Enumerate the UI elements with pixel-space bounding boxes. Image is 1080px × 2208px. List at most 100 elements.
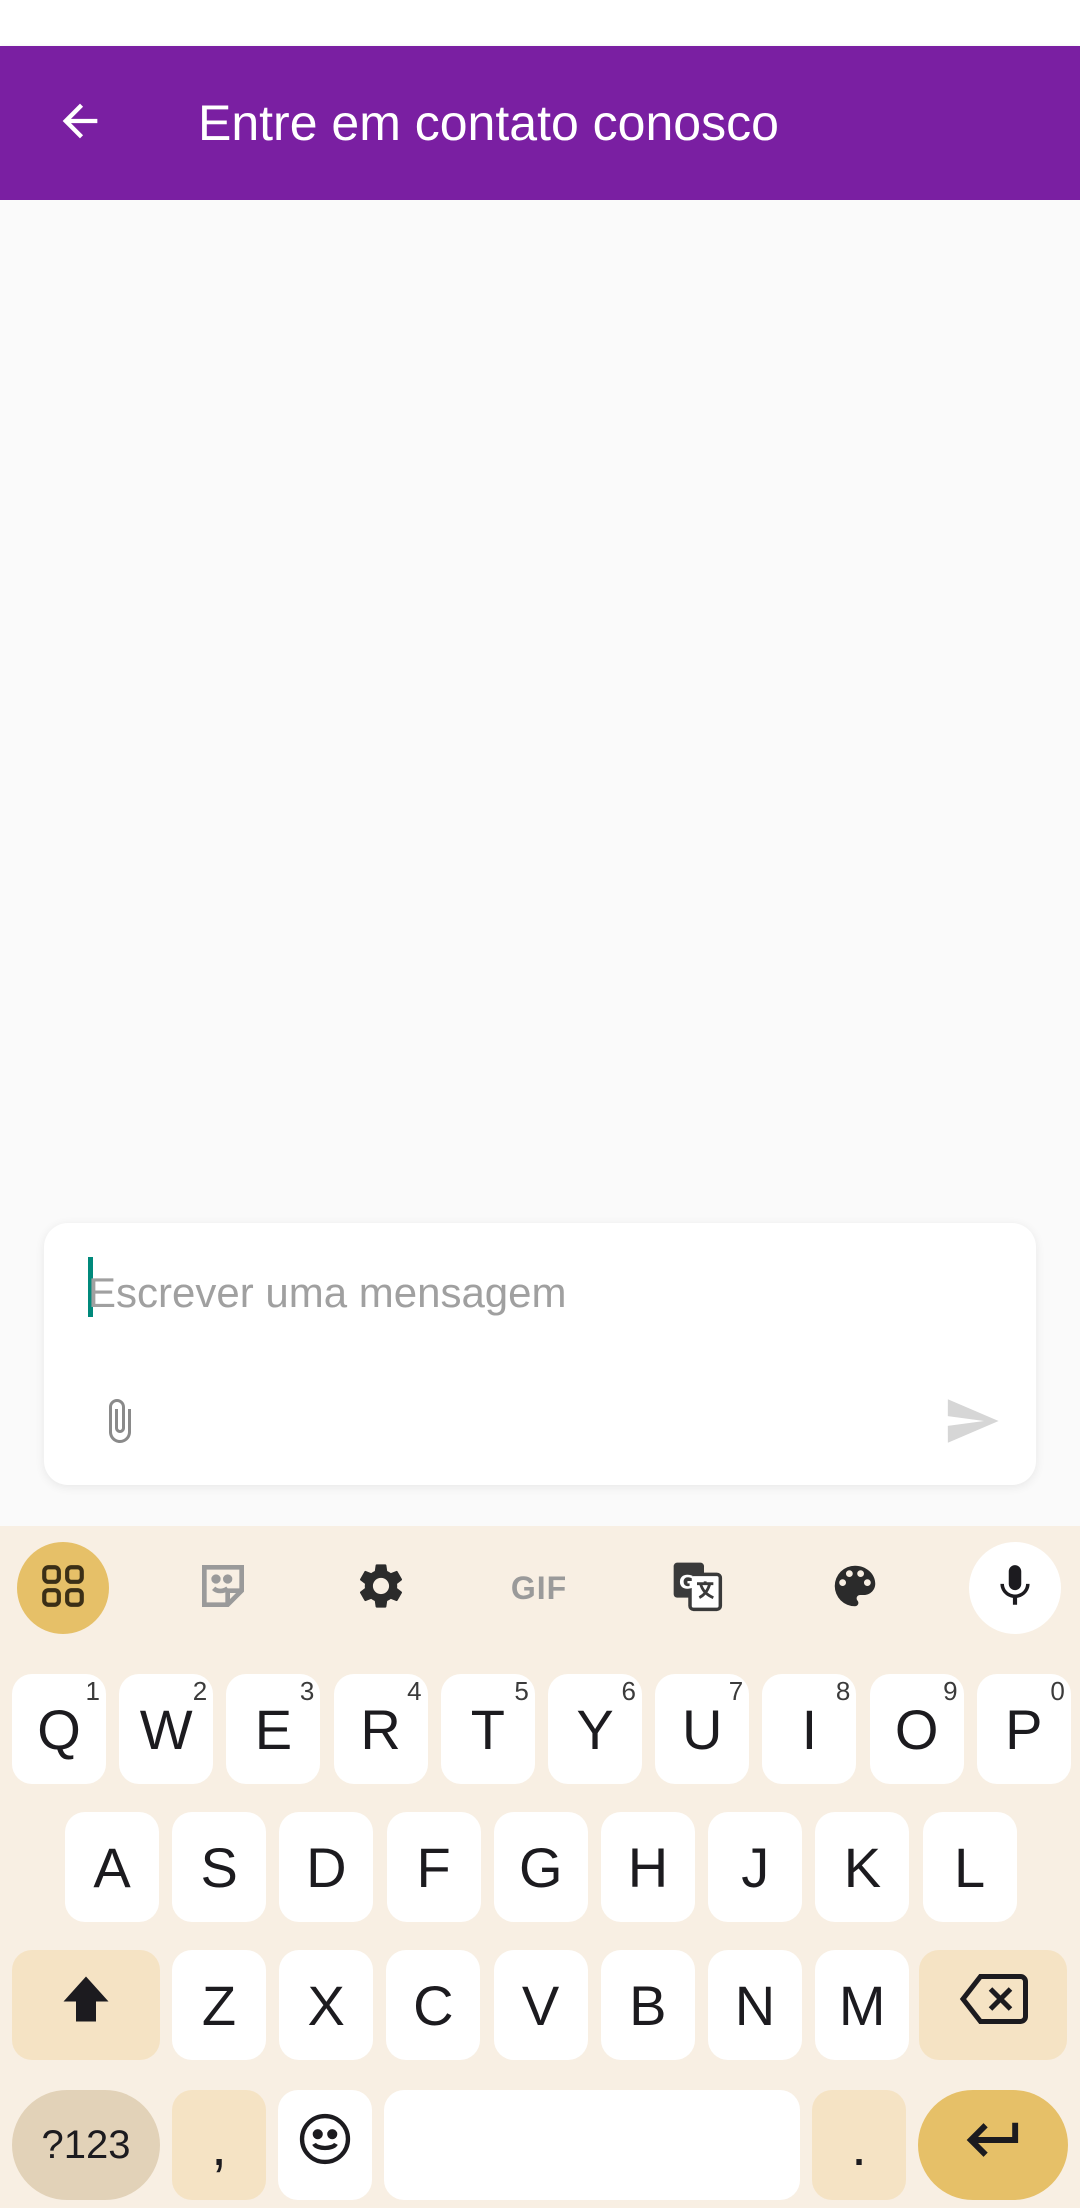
key-m[interactable]: M — [815, 1950, 910, 2060]
key-number-hint: 2 — [192, 1676, 208, 1706]
key-e[interactable]: E3 — [226, 1674, 321, 1784]
shift-icon — [56, 1969, 116, 2042]
theme-button[interactable] — [809, 1542, 901, 1634]
sticker-icon — [195, 1558, 251, 1619]
key-p[interactable]: P0 — [976, 1674, 1071, 1784]
gif-label: GIF — [510, 1569, 568, 1606]
key-l[interactable]: L — [922, 1812, 1017, 1922]
key-label: V — [521, 1973, 560, 2037]
key-j[interactable]: J — [708, 1812, 803, 1922]
microphone-icon — [990, 1561, 1040, 1616]
keyboard-toolbar: GIF G — [0, 1526, 1080, 1650]
key-z[interactable]: Z — [172, 1950, 266, 2060]
gif-button[interactable]: GIF — [493, 1542, 585, 1634]
translate-button[interactable]: G — [651, 1542, 743, 1634]
key-label: I — [801, 1697, 818, 1761]
comma-key-label: , — [211, 2113, 227, 2177]
symbols-key[interactable]: ?123 — [12, 2090, 160, 2200]
key-y[interactable]: Y6 — [548, 1674, 642, 1784]
emoji-icon — [296, 2110, 354, 2181]
key-number-hint: 6 — [621, 1676, 636, 1706]
attach-button[interactable] — [84, 1383, 154, 1463]
arrow-left-icon — [54, 95, 106, 152]
key-n[interactable]: N — [708, 1950, 802, 2060]
key-c[interactable]: C — [386, 1950, 481, 2060]
space-key[interactable] — [384, 2090, 800, 2200]
key-label: J — [741, 1835, 770, 1899]
key-q[interactable]: Q1 — [12, 1674, 106, 1784]
key-number-hint: 3 — [299, 1676, 315, 1706]
key-number-hint: 0 — [1050, 1676, 1065, 1706]
message-input[interactable] — [88, 1263, 988, 1323]
key-g[interactable]: G — [493, 1812, 588, 1922]
key-label: B — [629, 1973, 667, 2037]
key-label: E — [254, 1697, 293, 1761]
key-w[interactable]: W2 — [119, 1674, 214, 1784]
enter-icon — [961, 2113, 1025, 2178]
key-label: W — [139, 1697, 193, 1761]
symbols-key-label: ?123 — [41, 2122, 131, 2167]
shift-key[interactable] — [12, 1950, 160, 2060]
key-number-hint: 1 — [85, 1676, 100, 1706]
key-label: G — [519, 1835, 563, 1899]
key-t[interactable]: T5 — [440, 1674, 535, 1784]
svg-text:G: G — [679, 1572, 694, 1593]
key-number-hint: 4 — [407, 1676, 422, 1706]
key-b[interactable]: B — [600, 1950, 695, 2060]
key-o[interactable]: O9 — [869, 1674, 964, 1784]
paperclip-icon — [95, 1386, 143, 1461]
key-label: R — [360, 1697, 401, 1761]
key-label: F — [416, 1835, 451, 1899]
send-icon — [939, 1392, 1005, 1455]
key-label: U — [681, 1697, 723, 1761]
key-label: S — [200, 1835, 238, 1899]
comma-key[interactable]: , — [172, 2090, 266, 2200]
keyboard: GIF G ?123 , . Q 1 W 2 E 3 R 4 T 5 Y 6 U… — [0, 1526, 1080, 2208]
voice-input-button[interactable] — [969, 1542, 1061, 1634]
key-number-hint: 8 — [835, 1676, 851, 1706]
key-label: Y — [576, 1697, 614, 1761]
key-s[interactable]: S — [172, 1812, 267, 1922]
key-label: C — [413, 1973, 454, 2037]
key-label: H — [627, 1835, 669, 1899]
key-number-hint: 7 — [728, 1676, 744, 1706]
key-label: X — [307, 1973, 345, 2037]
enter-key[interactable] — [918, 2090, 1068, 2200]
palette-icon — [828, 1559, 882, 1618]
key-label: T — [470, 1697, 505, 1761]
period-key-label: . — [851, 2113, 867, 2177]
page-title: Entre em contato conosco — [198, 95, 779, 151]
key-label: M — [838, 1973, 886, 2037]
key-label: D — [306, 1835, 347, 1899]
sticker-button[interactable] — [177, 1542, 269, 1634]
key-i[interactable]: I8 — [762, 1674, 857, 1784]
key-label: L — [954, 1835, 986, 1899]
key-label: O — [894, 1697, 939, 1761]
key-u[interactable]: U7 — [655, 1674, 750, 1784]
message-composer — [44, 1223, 1036, 1485]
key-r[interactable]: R4 — [333, 1674, 428, 1784]
key-label: K — [843, 1835, 882, 1899]
send-button[interactable] — [932, 1388, 1012, 1458]
app-bar: Entre em contato conosco — [0, 46, 1080, 200]
apps-button[interactable] — [17, 1542, 109, 1634]
key-number-hint: 5 — [514, 1676, 529, 1706]
emoji-key[interactable] — [278, 2090, 372, 2200]
key-h[interactable]: H — [601, 1812, 695, 1922]
translate-icon: G — [669, 1558, 725, 1619]
key-f[interactable]: F — [386, 1812, 481, 1922]
back-button[interactable] — [30, 73, 130, 173]
key-d[interactable]: D — [279, 1812, 374, 1922]
key-a[interactable]: A — [65, 1812, 159, 1922]
key-k[interactable]: K — [815, 1812, 910, 1922]
key-label: Z — [201, 1973, 237, 2037]
key-label: P — [1005, 1697, 1043, 1761]
settings-button[interactable] — [335, 1542, 427, 1634]
period-key[interactable]: . — [812, 2090, 906, 2200]
key-label: N — [734, 1973, 776, 2037]
key-label: A — [93, 1835, 131, 1899]
key-x[interactable]: X — [279, 1950, 374, 2060]
backspace-key[interactable] — [919, 1950, 1067, 2060]
key-v[interactable]: V — [493, 1950, 588, 2060]
key-number-hint: 9 — [943, 1676, 958, 1706]
